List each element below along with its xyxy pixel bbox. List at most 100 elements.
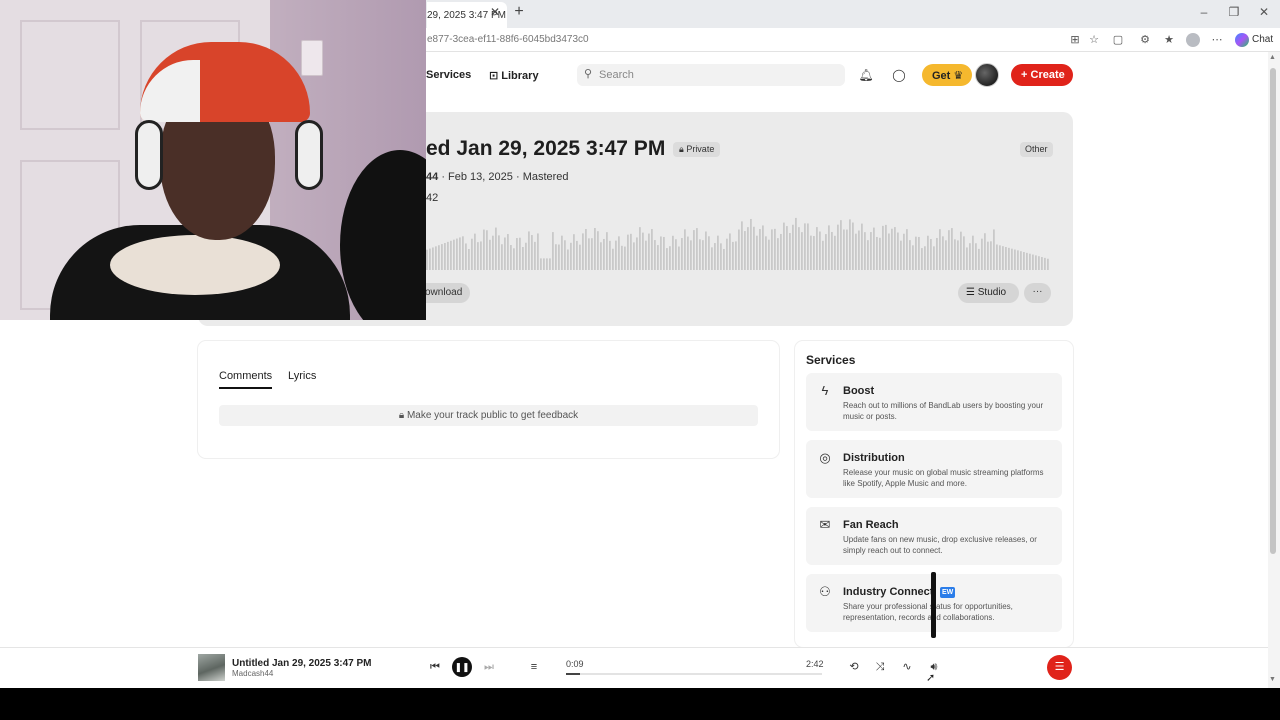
waveform-bar — [573, 234, 575, 270]
waveform-bar — [540, 258, 542, 270]
url-text[interactable]: e877-3cea-ef11-88f6-6045bd3473c0 — [427, 34, 589, 45]
artist-fragment[interactable]: 44 — [426, 171, 438, 183]
notifications-bell-icon[interactable]: 🔔︎ — [858, 67, 874, 83]
waveform-bar — [1023, 252, 1025, 270]
waveform-bar — [915, 236, 917, 270]
waveform-bar — [846, 229, 848, 270]
waveform-bar — [816, 227, 818, 270]
envelope-icon: ✉ — [819, 517, 831, 532]
waveform-bar — [621, 245, 623, 270]
create-label: Create — [1030, 69, 1065, 81]
copilot-chat-button[interactable]: Chat — [1232, 32, 1277, 48]
track-cover[interactable] — [198, 654, 225, 681]
waveform-bar — [939, 229, 941, 270]
player-artist[interactable]: Madcash44 — [232, 669, 273, 678]
new-tab-icon[interactable]: + — [510, 3, 528, 21]
nav-services[interactable]: Services — [426, 69, 471, 81]
studio-button[interactable]: ☰ Studio — [958, 283, 1019, 303]
pause-button[interactable]: ❚❚ — [452, 657, 472, 677]
waveform-bar — [864, 232, 866, 270]
waveform-bar — [969, 243, 971, 270]
messages-icon[interactable]: ◯ — [891, 67, 907, 83]
waveform-bar — [642, 232, 644, 270]
waveform-bar — [1041, 257, 1043, 270]
tab-close-icon[interactable]: ✕ — [488, 5, 502, 19]
waveform-bar — [1008, 247, 1010, 270]
waveform-toggle-icon[interactable]: ∿ — [899, 659, 915, 675]
favorite-star-icon[interactable]: ☆ — [1087, 33, 1101, 47]
waveform-bar — [777, 238, 779, 270]
progress-bar[interactable] — [566, 673, 822, 675]
waveform-bar — [501, 244, 503, 270]
waveform-bar — [771, 229, 773, 270]
user-avatar[interactable] — [975, 63, 999, 87]
waveform-bar — [765, 236, 767, 270]
browser-profile-icon[interactable] — [1186, 33, 1200, 47]
shuffle-icon[interactable]: ⤨ — [872, 659, 888, 675]
waveform-bar — [450, 240, 452, 270]
service-boost[interactable]: ϟ Boost Reach out to millions of BandLab… — [806, 373, 1062, 431]
waveform-bar — [606, 232, 608, 270]
waveform-bar — [681, 238, 683, 270]
nav-library[interactable]: ⊡ Library — [489, 69, 539, 82]
service-distribution[interactable]: ◎ Distribution Release your music on glo… — [806, 440, 1062, 498]
waveform-bar — [804, 223, 806, 270]
waveform-bar — [912, 245, 914, 270]
search-input[interactable]: ⚲ Search — [577, 64, 845, 86]
waveform-bar — [678, 246, 680, 270]
waveform-bar — [594, 228, 596, 270]
tab-lyrics[interactable]: Lyrics — [288, 370, 316, 382]
waveform-bar — [882, 225, 884, 270]
waveform-bar — [789, 233, 791, 270]
total-time: 2:42 — [806, 659, 824, 669]
waveform-bar — [558, 244, 560, 270]
service-fan-reach[interactable]: ✉ Fan Reach Update fans on new music, dr… — [806, 507, 1062, 565]
waveform-bar — [711, 247, 713, 270]
waveform-bar — [876, 236, 878, 270]
player-track-title[interactable]: Untitled Jan 29, 2025 3:47 PM — [232, 658, 372, 669]
maximize-icon[interactable]: ❐ — [1226, 5, 1242, 19]
favorites-icon[interactable]: ★ — [1162, 33, 1176, 47]
more-menu-icon[interactable]: ⋯ — [1210, 33, 1224, 47]
waveform-bar — [825, 234, 827, 270]
waveform-bar — [903, 233, 905, 270]
waveform-bar — [534, 241, 536, 270]
waveform-bar — [645, 240, 647, 270]
waveform-bar — [504, 237, 506, 270]
waveform-bar — [1044, 257, 1046, 270]
waveform-bar — [855, 233, 857, 270]
playlist-icon[interactable]: ≡ — [526, 659, 542, 675]
waveform-bar — [822, 240, 824, 270]
scroll-down-icon[interactable]: ▼ — [1269, 676, 1276, 683]
previous-icon[interactable]: ⏮ — [427, 659, 443, 675]
waveform[interactable] — [426, 206, 1050, 270]
waveform-bar — [828, 225, 830, 270]
get-membership-button[interactable]: Get ♛ — [922, 64, 972, 86]
waveform-bar — [684, 229, 686, 270]
close-window-icon[interactable]: ✕ — [1256, 5, 1272, 19]
scroll-up-icon[interactable]: ▲ — [1269, 54, 1276, 61]
genre-badge[interactable]: Other — [1020, 142, 1053, 157]
next-icon[interactable]: ⏭ — [481, 659, 497, 675]
waveform-bar — [984, 233, 986, 270]
extensions-icon[interactable]: ⚙ — [1138, 33, 1152, 47]
tab-comments[interactable]: Comments — [219, 370, 272, 382]
create-button[interactable]: + Create — [1011, 64, 1073, 86]
repeat-icon[interactable]: ⟲ — [846, 659, 862, 675]
minimize-icon[interactable]: – — [1196, 5, 1212, 19]
waveform-bar — [783, 222, 785, 270]
waveform-bar — [567, 249, 569, 270]
waveform-bar — [663, 236, 665, 270]
waveform-bar — [459, 237, 461, 270]
waveform-bar — [555, 244, 557, 270]
waveform-bar — [528, 231, 530, 270]
waveform-bar — [513, 248, 515, 270]
waveform-bar — [930, 239, 932, 270]
scrollbar-thumb[interactable] — [1270, 68, 1276, 554]
split-screen-icon[interactable]: ▢ — [1111, 33, 1125, 47]
new-badge: EW — [940, 587, 956, 598]
waveform-bar — [495, 227, 497, 270]
queue-button[interactable]: ☰ — [1047, 655, 1072, 680]
more-options-button[interactable]: ··· — [1024, 283, 1051, 303]
app-available-icon[interactable]: ⊞ — [1068, 33, 1082, 47]
